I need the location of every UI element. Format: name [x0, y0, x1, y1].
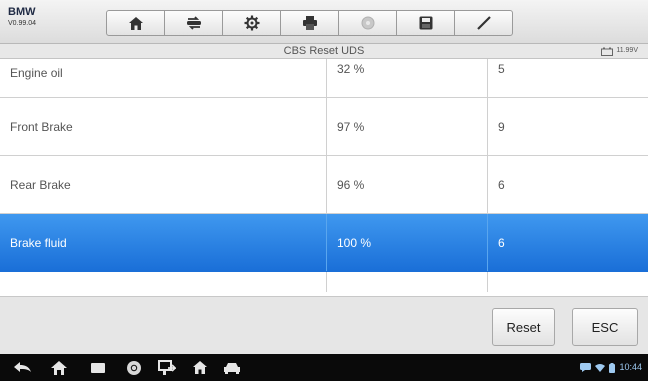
software-version: V0.99.04 [8, 20, 37, 27]
brand-name: BMW [8, 6, 36, 18]
home-icon [128, 16, 143, 30]
reset-button[interactable]: Reset [492, 308, 555, 346]
item-count: 9 [487, 98, 648, 155]
print-icon [302, 16, 317, 30]
vehicle-brand: BMW V0.99.04 [8, 6, 36, 29]
esc-button[interactable]: ESC [572, 308, 638, 346]
screen-capture-icon [158, 359, 176, 375]
vehicle-menu-button[interactable] [221, 358, 243, 377]
table-row-empty [0, 272, 648, 292]
vehicle-swap-icon [186, 16, 201, 30]
item-name: Rear Brake [10, 177, 71, 192]
system-nav-bar: 10:44 [0, 354, 648, 381]
item-count: 5 [487, 59, 648, 97]
gear-icon [244, 15, 259, 31]
autel-home-icon [193, 361, 207, 374]
top-toolbar: BMW V0.99.04 [0, 0, 648, 44]
table-row[interactable]: Rear Brake 96 % 6 [0, 156, 648, 214]
recent-apps-button[interactable] [87, 358, 109, 377]
item-name: Engine oil [10, 66, 63, 80]
item-name: Brake fluid [10, 235, 67, 250]
print-button[interactable] [280, 10, 339, 36]
table-row[interactable]: Engine oil 32 % 5 [0, 59, 648, 98]
home-icon [51, 360, 67, 375]
chrome-button[interactable] [123, 358, 145, 377]
message-icon [580, 363, 592, 372]
recent-apps-icon [91, 362, 105, 373]
item-name: Front Brake [10, 119, 73, 134]
item-percent: 32 % [326, 59, 487, 97]
battery-voltage: 11.99V [616, 47, 638, 54]
car-icon [224, 362, 240, 374]
screen-capture-button[interactable] [156, 358, 178, 377]
item-percent: 100 % [326, 214, 487, 271]
back-icon [14, 361, 31, 372]
wifi-icon [595, 363, 606, 372]
item-count: 6 [487, 214, 648, 271]
edit-button[interactable] [454, 10, 513, 36]
empty-cell [487, 272, 648, 292]
autel-home-button[interactable] [189, 358, 211, 377]
save-button[interactable] [396, 10, 455, 36]
empty-cell [326, 272, 487, 292]
vehicle-swap-button[interactable] [164, 10, 223, 36]
chrome-icon [127, 360, 141, 375]
system-status: 10:44 [580, 362, 642, 373]
battery-icon [609, 362, 616, 373]
page-title: CBS Reset UDS [283, 45, 365, 57]
home-button[interactable] [106, 10, 165, 36]
help-button[interactable] [338, 10, 397, 36]
battery-status: 11.99V [601, 46, 638, 56]
item-count: 6 [487, 156, 648, 213]
function-button-bar: Reset ESC [0, 296, 648, 354]
cbs-table: Engine oil 32 % 5 Front Brake 97 % 9 Rea… [0, 59, 648, 292]
save-icon [419, 16, 432, 30]
battery-icon [601, 47, 614, 56]
table-row[interactable]: Front Brake 97 % 9 [0, 98, 648, 156]
table-row-selected[interactable]: Brake fluid 100 % 6 [0, 214, 648, 272]
help-icon [361, 16, 374, 30]
item-percent: 96 % [326, 156, 487, 213]
empty-cell [0, 272, 326, 292]
item-percent: 97 % [326, 98, 487, 155]
toolbar-buttons [106, 10, 513, 36]
home-nav-button[interactable] [48, 358, 70, 377]
clock: 10:44 [619, 362, 642, 372]
title-bar: CBS Reset UDS 11.99V [0, 44, 648, 59]
back-button[interactable] [12, 358, 34, 377]
edit-icon [476, 16, 491, 30]
settings-button[interactable] [222, 10, 281, 36]
